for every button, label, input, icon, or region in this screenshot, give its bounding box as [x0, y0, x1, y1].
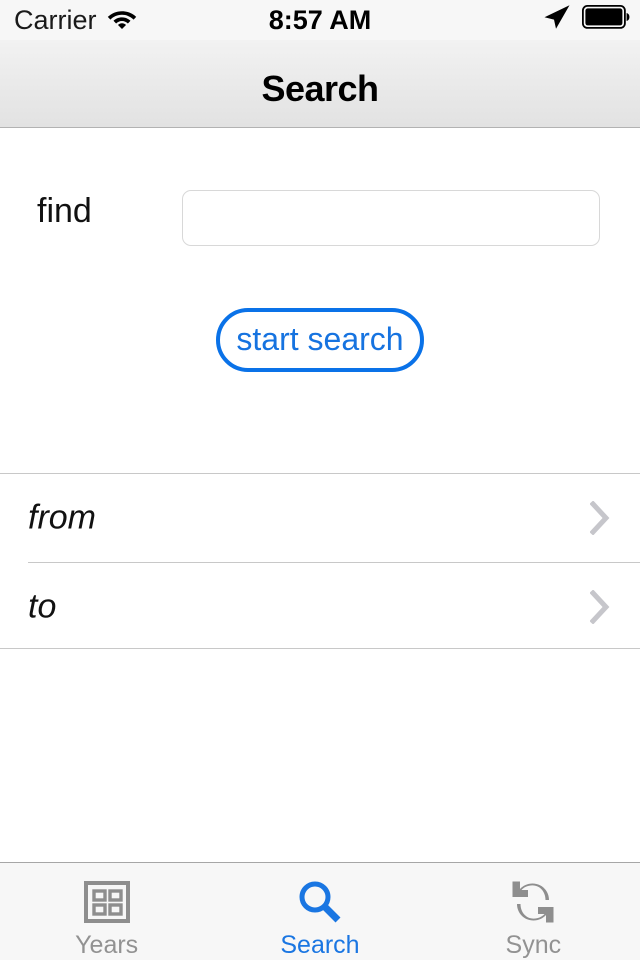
start-search-button[interactable]: start search [216, 308, 424, 372]
tab-bar: Years Search Sync [0, 862, 640, 960]
page-title: Search [261, 68, 379, 109]
tab-sync[interactable]: Sync [427, 863, 640, 960]
battery-full-icon [581, 4, 630, 36]
magnifier-icon [294, 876, 346, 928]
tab-years[interactable]: Years [0, 863, 213, 960]
list-item-to[interactable]: to [0, 563, 640, 651]
tab-label-search: Search [280, 931, 360, 959]
navigation-bar: Search [0, 40, 640, 128]
from-label: from [28, 498, 96, 537]
grid-icon [81, 876, 133, 928]
chevron-right-icon [589, 589, 612, 625]
tab-label-years: Years [75, 931, 139, 959]
divider-below-list [0, 648, 640, 649]
tab-label-sync: Sync [505, 931, 562, 959]
search-input[interactable] [182, 190, 600, 246]
tab-search[interactable]: Search [213, 863, 426, 960]
to-label: to [28, 587, 57, 626]
sync-icon [507, 876, 559, 928]
list-item-from[interactable]: from [0, 474, 640, 562]
location-arrow-icon [543, 4, 571, 37]
status-bar-right [543, 4, 630, 37]
find-label: find [37, 192, 92, 230]
main-content: find start search from to [0, 129, 640, 862]
status-bar: Carrier 8:57 AM [0, 0, 640, 40]
app-screen: Carrier 8:57 AM Search find start search… [0, 0, 640, 960]
chevron-right-icon [589, 500, 612, 536]
